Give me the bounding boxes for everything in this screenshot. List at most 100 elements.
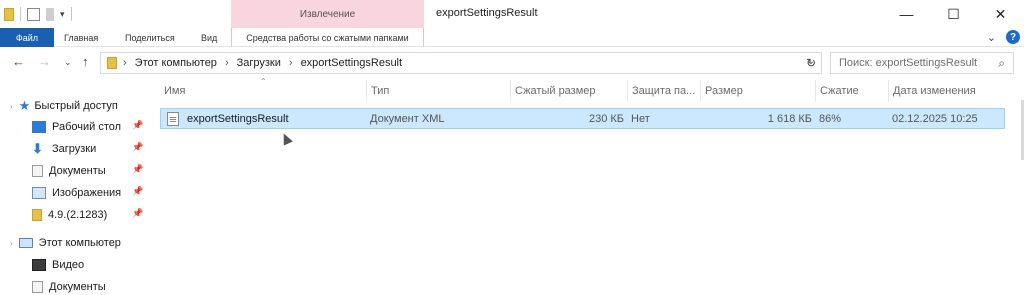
folder-icon [107,57,117,69]
expand-chevron-icon[interactable]: › [10,239,13,248]
nav-label: Видео [52,259,85,271]
nav-item-folder-version[interactable]: 4.9.(2.1283) 📌 [32,205,190,225]
pin-icon[interactable]: 📌 [132,142,143,153]
title-bar: ▾ Извлечение exportSettingsResult — ☐ ✕ [0,0,1024,28]
maximize-button[interactable]: ☐ [930,0,977,28]
nav-label: Документы [49,281,106,293]
folder-app-icon [4,7,14,21]
breadcrumb-current[interactable]: exportSettingsResult [301,57,403,69]
documents-icon [32,165,43,177]
sort-ascending-icon: ⌃ [260,77,267,86]
ribbon-collapse-icon[interactable]: ⌄ [987,31,996,44]
qat-dropdown-icon[interactable]: ▾ [60,9,65,20]
file-size: 1 618 КБ [767,112,812,125]
nav-item-documents[interactable]: Документы 📌 [32,161,190,181]
qat-divider [70,7,72,21]
column-header-type[interactable]: Тип [366,80,510,102]
tab-share[interactable]: Поделиться [125,28,175,47]
pictures-icon [32,187,46,199]
breadcrumb-this-pc[interactable]: Этот компьютер [135,57,217,69]
nav-item-pictures[interactable]: Изображения 📌 [32,183,190,203]
nav-item-downloads[interactable]: ⬇ Загрузки 📌 [32,139,190,159]
star-icon: ★ [18,98,31,113]
ribbon-tabs: Файл Главная Поделиться Вид Средства раб… [0,28,1024,47]
breadcrumb-chevron-icon[interactable]: › [225,57,229,69]
navigation-pane: › ★ Быстрый доступ Рабочий стол 📌 ⬇ Загр… [0,78,158,295]
close-button[interactable]: ✕ [977,0,1024,28]
column-label: Дата изменения [893,85,976,97]
context-tab-group[interactable]: Извлечение [231,0,424,28]
nav-quick-access[interactable]: › ★ Быстрый доступ [10,96,168,116]
file-compressed-size: 230 КБ [588,112,624,125]
recent-locations-icon[interactable]: ⌄ [64,57,72,68]
window-controls: — ☐ ✕ [883,0,1024,28]
forward-arrow-icon[interactable]: → [38,54,51,69]
nav-label: Этот компьютер [38,237,121,249]
nav-label: 4.9.(2.1283) [48,209,108,221]
nav-item-video[interactable]: Видео [32,255,190,275]
up-arrow-icon[interactable]: ↑ [82,54,89,69]
nav-label: Рабочий стол [52,121,122,133]
column-label: Защита па... [632,85,696,97]
breadcrumb-chevron-icon[interactable]: › [289,57,293,69]
search-placeholder: Поиск: exportSettingsResult [839,57,978,69]
file-row[interactable]: exportSettingsResult Документ XML 230 КБ… [160,108,1005,129]
expand-chevron-icon[interactable]: › [10,102,13,111]
pin-icon[interactable]: 📌 [132,208,143,219]
back-arrow-icon[interactable]: ← [12,54,25,69]
column-label: Размер [705,85,743,97]
xml-file-icon [167,111,179,126]
search-input[interactable]: Поиск: exportSettingsResult ⌕ [830,52,1014,74]
documents-icon [32,281,43,293]
properties-icon[interactable] [27,7,40,21]
file-ratio: 86% [819,112,842,125]
video-icon [32,259,46,271]
nav-item-pc-documents[interactable]: Документы [32,277,190,295]
column-headers: Имя ⌃ Тип Сжатый размер Защита па... Раз… [160,77,1022,102]
ribbon-right-controls: ⌄ ? [987,30,1020,44]
column-header-name[interactable]: Имя ⌃ [160,77,366,102]
pin-icon[interactable]: 📌 [132,164,143,175]
search-icon: ⌕ [998,56,1005,70]
window-title: exportSettingsResult [436,7,538,19]
pin-icon[interactable]: 📌 [132,186,143,197]
computer-icon [18,238,33,248]
help-icon[interactable]: ? [1006,30,1020,44]
folder-icon [32,209,42,221]
quick-access-toolbar: ▾ [4,6,72,22]
nav-label: Быстрый доступ [34,100,118,112]
mouse-cursor-icon [279,131,293,146]
column-header-compressed-size[interactable]: Сжатый размер [510,80,627,102]
file-name-cell[interactable]: exportSettingsResult [167,109,289,128]
file-modified: 02.12.2025 10:25 [892,112,978,125]
column-header-protection[interactable]: Защита па... [627,80,700,102]
file-protected: Нет [631,112,650,125]
address-row: ← → ⌄ ↑ › Этот компьютер › Загрузки › ex… [0,48,1024,78]
column-label: Сжатие [820,85,859,97]
column-header-ratio[interactable]: Сжатие [815,80,888,102]
column-header-size[interactable]: Размер [700,80,815,102]
address-bar[interactable]: › Этот компьютер › Загрузки › exportSett… [100,52,822,74]
file-name: exportSettingsResult [187,112,289,125]
breadcrumb-chevron-icon[interactable]: › [123,57,127,69]
tab-view[interactable]: Вид [201,28,217,47]
column-label: Имя [164,85,186,97]
tab-home[interactable]: Главная [64,28,98,47]
nav-this-pc[interactable]: › Этот компьютер [10,233,168,253]
nav-label: Загрузки [52,143,97,155]
breadcrumb-downloads[interactable]: Загрузки [237,57,281,69]
refresh-icon[interactable]: ↻ [806,56,816,70]
pin-icon[interactable]: 📌 [132,120,143,131]
nav-label: Документы [49,165,106,177]
column-label: Сжатый размер [515,85,596,97]
column-label: Тип [371,85,390,97]
desktop-icon [32,121,46,133]
tab-compressed-tools[interactable]: Средства работы со сжатыми папками [231,28,424,47]
file-type: Документ XML [370,112,445,125]
qat-divider [20,7,21,21]
tab-file[interactable]: Файл [0,28,54,47]
new-folder-icon[interactable] [46,7,54,21]
column-header-modified[interactable]: Дата изменения [888,80,1022,102]
minimize-button[interactable]: — [883,0,930,28]
nav-label: Изображения [52,187,122,199]
